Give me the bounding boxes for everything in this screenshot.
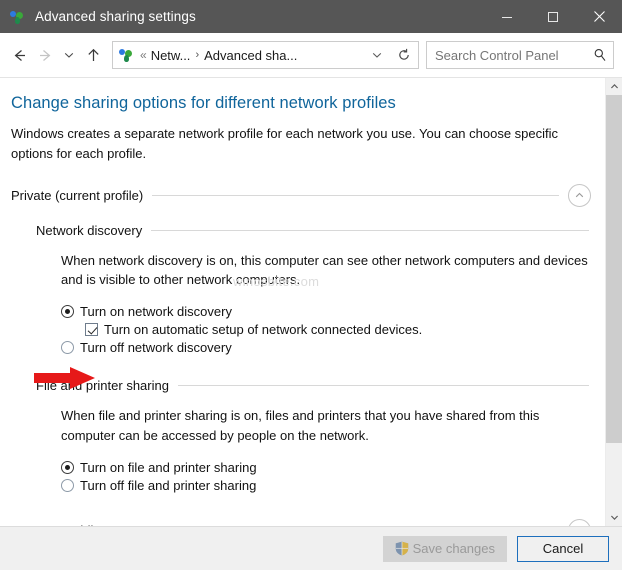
- option-group: Turn on network discovery Turn on automa…: [61, 304, 591, 355]
- divider: [151, 229, 589, 231]
- option-turn-off-file-printer-sharing[interactable]: Turn off file and printer sharing: [61, 478, 591, 493]
- network-sharing-icon: [10, 9, 26, 25]
- divider: [177, 385, 589, 386]
- section-description: When file and printer sharing is on, fil…: [61, 408, 540, 443]
- section-header: Network discovery: [36, 223, 591, 238]
- chevron-down-icon[interactable]: [365, 42, 389, 68]
- watermark: winosbite.com: [233, 274, 320, 289]
- radio-icon[interactable]: [61, 305, 74, 318]
- section-title: Network discovery: [36, 222, 143, 238]
- recent-locations-dropdown[interactable]: [58, 42, 80, 68]
- dialog-footer: Save changes Cancel: [0, 526, 622, 570]
- scroll-track[interactable]: [606, 95, 622, 509]
- scroll-thumb[interactable]: [606, 95, 622, 443]
- option-group: Turn on file and printer sharing Turn of…: [61, 460, 591, 493]
- up-level-button[interactable]: [80, 42, 106, 68]
- breadcrumb-item-advanced-sharing[interactable]: Advanced sha...: [204, 48, 297, 63]
- search-input[interactable]: Search Control Panel: [427, 48, 587, 63]
- section-header: File and printer sharing: [36, 378, 591, 393]
- chevron-down-icon[interactable]: [568, 518, 591, 526]
- section-file-printer-sharing: File and printer sharing When file and p…: [36, 378, 591, 493]
- option-automatic-setup[interactable]: Turn on automatic setup of network conne…: [85, 322, 591, 337]
- window-controls: [484, 0, 622, 33]
- save-changes-label: Save changes: [412, 541, 495, 556]
- option-label: Turn off network discovery: [80, 340, 232, 355]
- breadcrumb-item-network[interactable]: Netw...: [151, 48, 191, 63]
- search-icon[interactable]: [587, 42, 613, 68]
- option-turn-on-network-discovery[interactable]: Turn on network discovery: [61, 304, 591, 319]
- divider: [152, 194, 559, 196]
- page-title: Change sharing options for different net…: [11, 94, 396, 112]
- profile-label-private: Private (current profile): [11, 187, 144, 203]
- close-button[interactable]: [576, 0, 622, 33]
- option-turn-off-network-discovery[interactable]: Turn off network discovery: [61, 340, 591, 355]
- section-title: File and printer sharing: [36, 378, 169, 393]
- radio-icon[interactable]: [61, 341, 74, 354]
- option-label: Turn off file and printer sharing: [80, 477, 257, 493]
- section-body: When file and printer sharing is on, fil…: [61, 406, 591, 493]
- settings-panel: Change sharing options for different net…: [0, 78, 605, 526]
- navigation-bar: « Netw... › Advanced sha... Search Contr…: [0, 33, 622, 77]
- maximize-button[interactable]: [530, 0, 576, 33]
- option-label: Turn on network discovery: [80, 304, 232, 319]
- cancel-label: Cancel: [542, 541, 584, 556]
- option-label: Turn on file and printer sharing: [80, 459, 257, 475]
- content-area: Change sharing options for different net…: [0, 77, 622, 526]
- save-changes-button[interactable]: Save changes: [382, 535, 507, 562]
- scroll-down-button[interactable]: [606, 509, 622, 526]
- profile-header-guest-or-public: Guest or Public: [11, 518, 591, 527]
- uac-shield-icon: [395, 541, 408, 556]
- refresh-button[interactable]: [389, 41, 419, 69]
- profile-header-private: Private (current profile): [11, 183, 591, 207]
- checkbox-icon[interactable]: [85, 323, 98, 336]
- network-sharing-icon: [119, 47, 135, 63]
- profile-label-guest-or-public: Guest or Public: [11, 523, 100, 527]
- section-description: When network discovery is on, this compu…: [61, 252, 588, 288]
- address-bar[interactable]: « Netw... › Advanced sha...: [112, 41, 390, 69]
- option-turn-on-file-printer-sharing[interactable]: Turn on file and printer sharing: [61, 460, 591, 475]
- advanced-sharing-settings-window: Advanced sharing settings « Netw... › Ad…: [0, 0, 622, 570]
- scroll-up-button[interactable]: [606, 78, 622, 95]
- breadcrumb-overflow-chevrons[interactable]: «: [140, 48, 147, 62]
- forward-button[interactable]: [32, 42, 58, 68]
- cancel-button[interactable]: Cancel: [517, 535, 609, 562]
- vertical-scrollbar[interactable]: [605, 78, 622, 526]
- title-bar: Advanced sharing settings: [0, 0, 622, 33]
- intro-text: Windows creates a separate network profi…: [11, 126, 559, 161]
- option-label: Turn on automatic setup of network conne…: [104, 322, 423, 337]
- window-title: Advanced sharing settings: [35, 9, 196, 24]
- radio-icon[interactable]: [61, 460, 74, 474]
- chevron-up-icon[interactable]: [568, 183, 591, 207]
- section-body: When network discovery is on, this compu…: [61, 251, 591, 355]
- back-button[interactable]: [6, 42, 32, 68]
- breadcrumb-separator-icon: ›: [195, 49, 200, 61]
- radio-icon[interactable]: [61, 478, 74, 492]
- search-box[interactable]: Search Control Panel: [426, 41, 614, 69]
- minimize-button[interactable]: [484, 0, 530, 33]
